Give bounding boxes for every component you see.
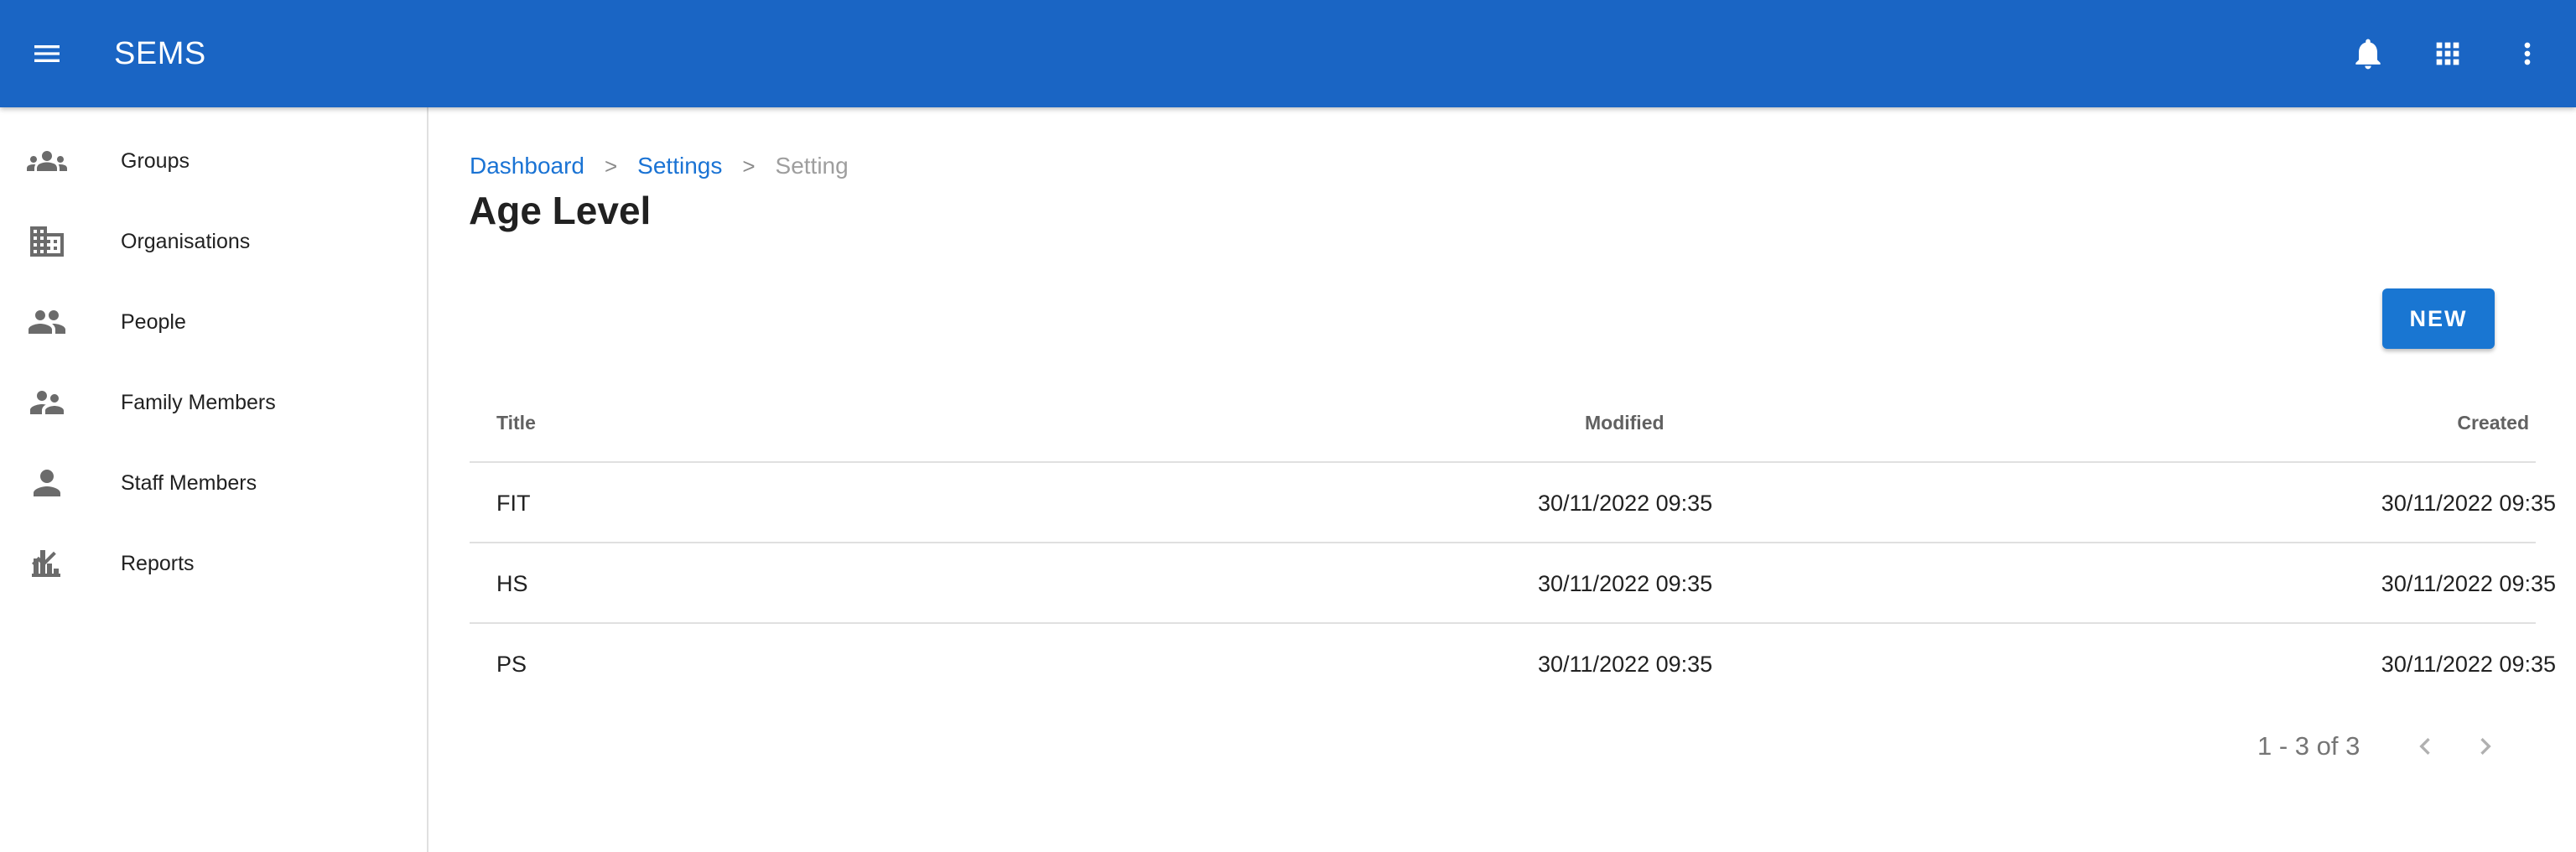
column-header-modified[interactable]: Modified bbox=[1585, 382, 1665, 463]
sidebar-item-label: Family Members bbox=[121, 390, 276, 414]
people-icon bbox=[27, 302, 67, 342]
building-icon bbox=[27, 221, 67, 262]
app-bar: SEMS bbox=[0, 0, 2576, 107]
more-vert-icon bbox=[2524, 42, 2531, 65]
sidebar-item-reports[interactable]: Reports bbox=[0, 523, 427, 604]
chevron-right-icon bbox=[2480, 738, 2491, 755]
sidebar-item-family-members[interactable]: Family Members bbox=[0, 362, 427, 443]
breadcrumb-current: Setting bbox=[775, 153, 849, 179]
sidebar-item-label: Staff Members bbox=[121, 470, 257, 495]
cell-modified: 30/11/2022 09:35 bbox=[1538, 571, 1713, 596]
apps-button[interactable] bbox=[2414, 20, 2481, 87]
bell-icon bbox=[2355, 39, 2381, 70]
column-header-created[interactable]: Created bbox=[2457, 382, 2529, 463]
sidebar-item-label: People bbox=[121, 309, 186, 334]
column-header-title[interactable]: Title bbox=[496, 382, 536, 463]
menu-button[interactable] bbox=[13, 20, 80, 87]
sidebar-item-groups[interactable]: Groups bbox=[0, 121, 427, 201]
sidebar-item-label: Reports bbox=[121, 551, 195, 575]
family-icon bbox=[27, 382, 67, 423]
more-options-button[interactable] bbox=[2494, 20, 2561, 87]
cell-modified: 30/11/2022 09:35 bbox=[1538, 652, 1713, 677]
breadcrumb-dashboard[interactable]: Dashboard bbox=[470, 153, 584, 179]
sidebar-item-label: Organisations bbox=[121, 229, 251, 253]
next-page-button[interactable] bbox=[2462, 723, 2509, 770]
cell-title: HS bbox=[496, 571, 528, 596]
person-icon bbox=[27, 463, 67, 503]
table-header: Title Modified Created bbox=[470, 382, 2536, 463]
sidebar: Groups Organisations People Family Membe… bbox=[0, 107, 428, 852]
chevron-left-icon bbox=[2419, 738, 2430, 755]
breadcrumb: Dashboard > Settings > Setting bbox=[470, 151, 849, 181]
cell-title: FIT bbox=[496, 491, 531, 516]
cell-modified: 30/11/2022 09:35 bbox=[1538, 491, 1713, 516]
sidebar-item-label: Groups bbox=[121, 148, 190, 173]
app-title: SEMS bbox=[114, 36, 206, 71]
previous-page-button[interactable] bbox=[2402, 723, 2449, 770]
breadcrumb-separator: > bbox=[604, 153, 618, 179]
table-row[interactable]: PS 30/11/2022 09:35 30/11/2022 09:35 bbox=[470, 624, 2556, 704]
sidebar-item-organisations[interactable]: Organisations bbox=[0, 201, 427, 282]
table-row[interactable]: HS 30/11/2022 09:35 30/11/2022 09:35 bbox=[470, 543, 2556, 624]
new-button[interactable]: NEW bbox=[2382, 288, 2495, 349]
cell-created: 30/11/2022 09:35 bbox=[2381, 652, 2556, 677]
menu-icon bbox=[34, 45, 60, 62]
chart-icon bbox=[27, 543, 67, 584]
table-row[interactable]: FIT 30/11/2022 09:35 30/11/2022 09:35 bbox=[470, 463, 2556, 543]
pagination-range: 1 - 3 of 3 bbox=[2257, 731, 2360, 761]
cell-title: PS bbox=[496, 652, 527, 677]
notifications-button[interactable] bbox=[2334, 20, 2402, 87]
apps-grid-icon bbox=[2436, 42, 2459, 65]
sidebar-item-people[interactable]: People bbox=[0, 282, 427, 362]
groups-icon bbox=[27, 141, 67, 181]
breadcrumb-settings[interactable]: Settings bbox=[637, 153, 722, 179]
main-content: Dashboard > Settings > Setting Age Level… bbox=[429, 107, 2576, 852]
sidebar-item-staff-members[interactable]: Staff Members bbox=[0, 443, 427, 523]
cell-created: 30/11/2022 09:35 bbox=[2381, 491, 2556, 516]
breadcrumb-separator: > bbox=[742, 153, 756, 179]
cell-created: 30/11/2022 09:35 bbox=[2381, 571, 2556, 596]
page-title: Age Level bbox=[469, 189, 652, 232]
